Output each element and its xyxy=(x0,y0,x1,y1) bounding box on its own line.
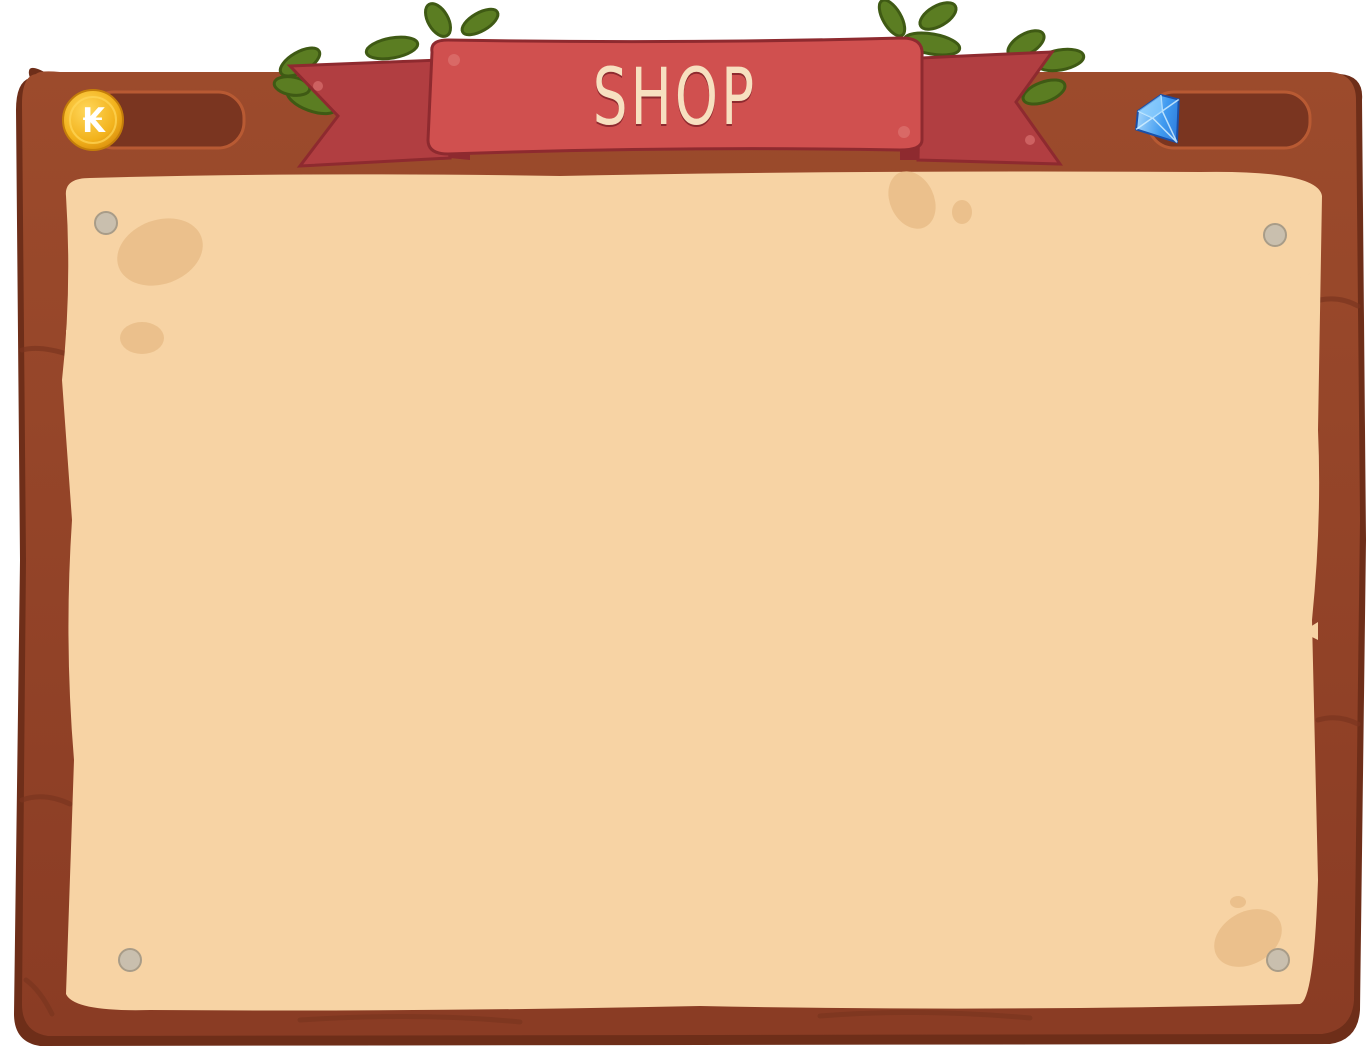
coin-balance xyxy=(138,95,238,143)
shop-content-area xyxy=(60,175,1320,1010)
coin-symbol: ₭ xyxy=(82,101,106,141)
gem-balance xyxy=(1190,95,1300,143)
shop-title: SHOP xyxy=(592,53,758,143)
